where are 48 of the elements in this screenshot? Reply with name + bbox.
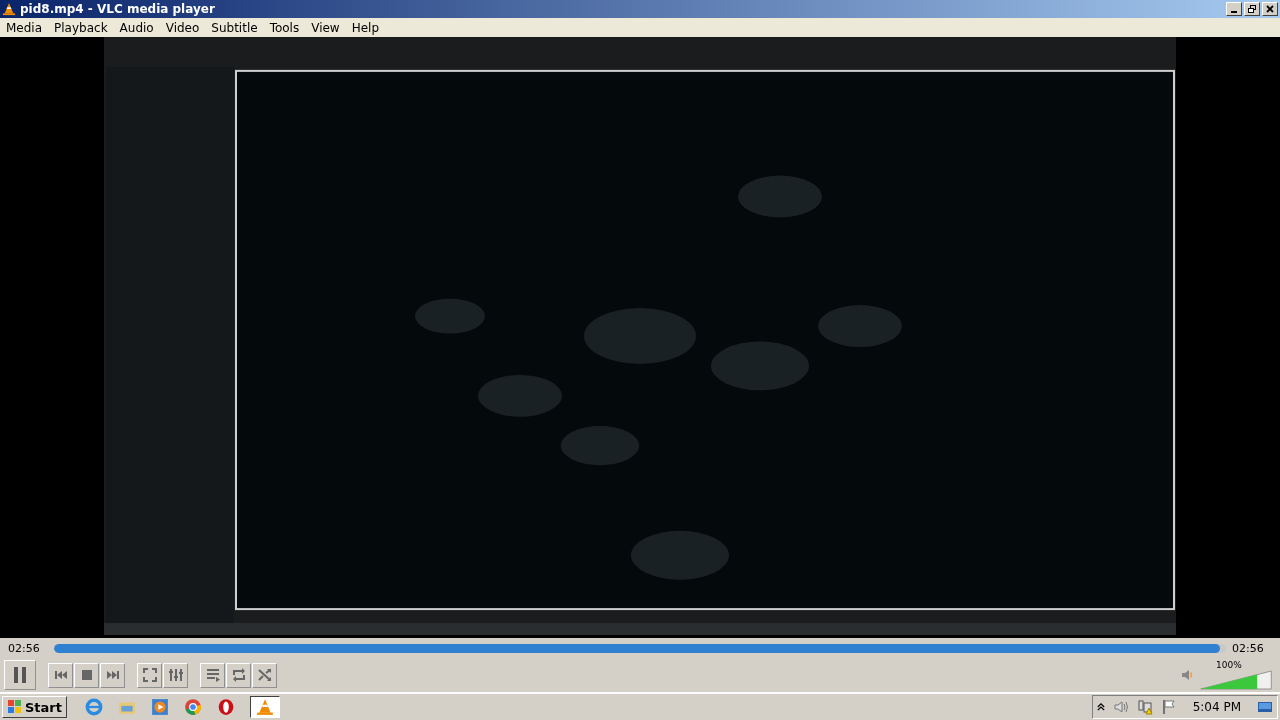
equalizer-button[interactable]	[163, 662, 188, 688]
shuffle-icon	[256, 667, 273, 683]
menu-item[interactable]: Playback	[48, 20, 114, 35]
fullscreen-button[interactable]	[137, 662, 162, 688]
minimize-icon	[1231, 10, 1237, 13]
restore-icon	[1247, 4, 1257, 14]
fullscreen-icon	[141, 667, 158, 683]
sliders-icon	[167, 667, 184, 683]
traffic-cone-icon	[2, 2, 16, 16]
pause-button[interactable]	[4, 660, 36, 690]
chevron-up-icon[interactable]	[1096, 702, 1105, 712]
menu-item[interactable]: Tools	[263, 20, 306, 35]
stop-button[interactable]	[74, 662, 99, 688]
menu-item[interactable]: View	[305, 20, 346, 35]
loop-icon	[230, 667, 247, 683]
clock: 5:04 PM	[1192, 700, 1241, 714]
volume-reading: 100%	[1216, 660, 1242, 670]
close-icon	[1265, 4, 1275, 14]
restore-button[interactable]	[1244, 2, 1260, 16]
show-desktop-icon[interactable]	[1257, 699, 1273, 715]
menu-item[interactable]: Subtitle	[205, 20, 264, 35]
traffic-cone-icon	[256, 698, 274, 716]
start-button[interactable]: Start	[2, 696, 67, 718]
media-player-icon[interactable]	[151, 698, 169, 716]
menu-item[interactable]: Video	[159, 20, 206, 35]
playlist-icon	[204, 667, 221, 683]
total-time: 02:56	[1232, 641, 1265, 655]
menu-item[interactable]: Help	[345, 20, 386, 35]
shuffle-button[interactable]	[252, 662, 277, 688]
menu-item[interactable]: Audio	[113, 20, 160, 35]
playlist-button[interactable]	[200, 662, 225, 688]
next-button[interactable]	[100, 662, 125, 688]
chrome-icon[interactable]	[184, 698, 202, 716]
elapsed-time: 02:56	[8, 641, 41, 655]
speaker-icon[interactable]	[1112, 699, 1129, 715]
windows-logo-icon	[7, 699, 23, 715]
seek-bar[interactable]	[54, 643, 1226, 653]
loop-button[interactable]	[226, 662, 251, 688]
opera-icon[interactable]	[217, 698, 235, 716]
menu-item[interactable]: Media	[0, 20, 49, 35]
flag-icon[interactable]	[1160, 699, 1177, 715]
volume-slider[interactable]	[1200, 670, 1272, 690]
network-warning-icon[interactable]	[1136, 699, 1153, 715]
minimize-button[interactable]	[1226, 2, 1242, 16]
window-title: pid8.mp4 - VLC media player	[20, 2, 215, 16]
previous-button[interactable]	[48, 662, 73, 688]
close-button[interactable]	[1262, 2, 1278, 16]
taskbar-vlc-button[interactable]	[250, 696, 280, 718]
